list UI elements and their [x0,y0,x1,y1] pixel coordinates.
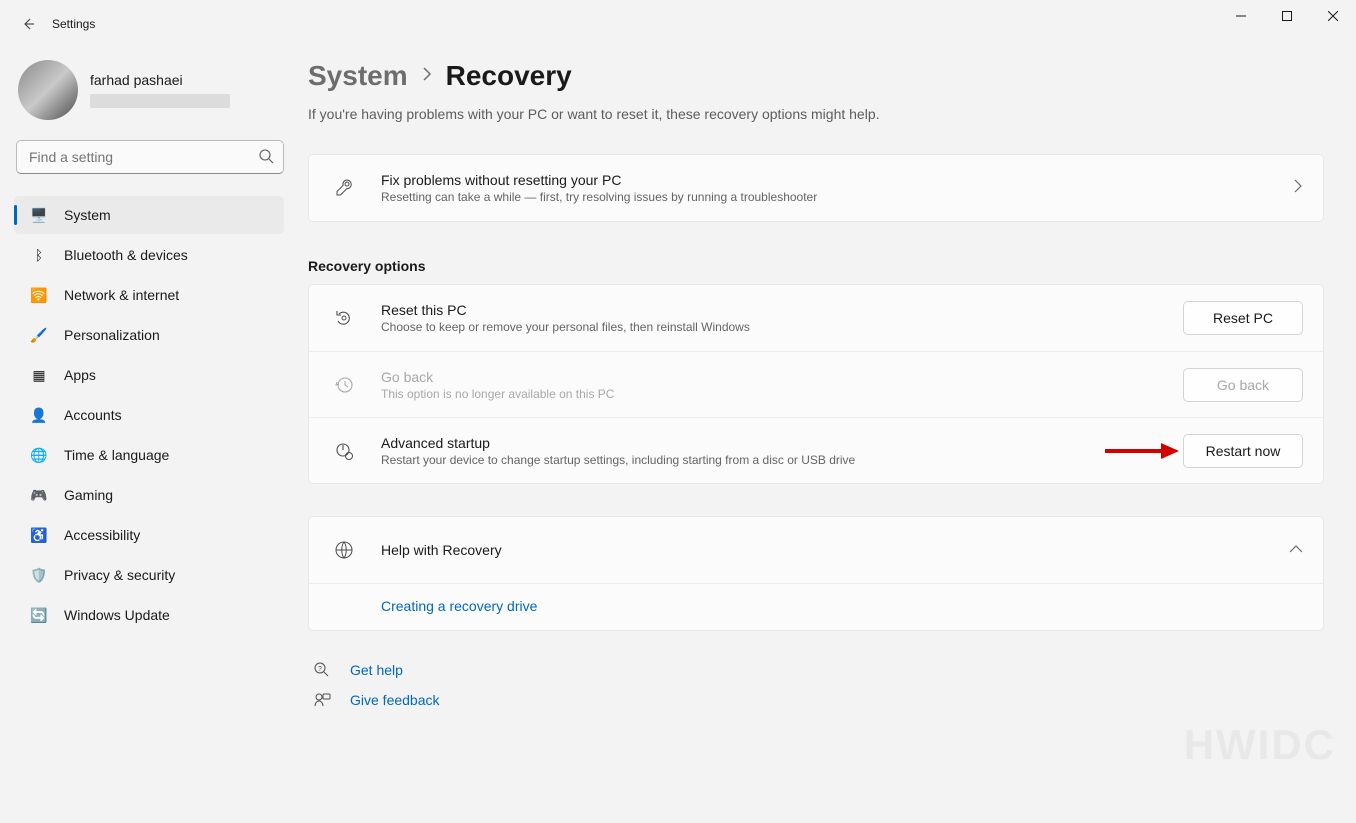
breadcrumb-root[interactable]: System [308,60,408,92]
wrench-icon [329,178,359,198]
chevron-up-icon [1289,541,1303,559]
svg-text:?: ? [318,666,322,673]
titlebar: Settings [0,0,1356,48]
sidebar-item-label: Apps [64,367,96,383]
sidebar-item-accessibility[interactable]: ♿ Accessibility [14,516,284,554]
profile-email-redacted [90,94,230,108]
advanced-startup-row: Advanced startup Restart your device to … [309,417,1323,483]
sidebar-item-gaming[interactable]: 🎮 Gaming [14,476,284,514]
power-gear-icon [329,441,359,461]
sidebar-item-label: Accounts [64,407,122,423]
reset-pc-button[interactable]: Reset PC [1183,301,1303,335]
give-feedback-link[interactable]: Give feedback [350,692,440,708]
profile[interactable]: farhad pashaei [0,48,284,140]
main-content: System Recovery If you're having problem… [300,48,1356,823]
sidebar-item-network-internet[interactable]: 🛜 Network & internet [14,276,284,314]
advanced-title: Advanced startup [381,435,1093,451]
go-back-button: Go back [1183,368,1303,402]
privacy-icon: 🛡️ [30,566,48,584]
history-icon [329,375,359,395]
close-button[interactable] [1310,0,1356,32]
reset-title: Reset this PC [381,302,1171,318]
time-language-icon: 🌐 [30,446,48,464]
get-help-icon: ? [312,661,332,679]
search-box [16,140,284,174]
accessibility-icon: ♿ [30,526,48,544]
window-controls [1218,0,1356,32]
help-link-row: Creating a recovery drive [309,583,1323,630]
page-subtitle: If you're having problems with your PC o… [308,106,1324,122]
go-back-row: Go back This option is no longer availab… [309,351,1323,417]
recovery-options-group: Reset this PC Choose to keep or remove y… [308,284,1324,484]
arrow-left-icon [20,16,36,32]
advanced-desc: Restart your device to change startup se… [381,453,1093,467]
fix-title: Fix problems without resetting your PC [381,172,1293,188]
accounts-icon: 👤 [30,406,48,424]
get-help-link[interactable]: Get help [350,662,403,678]
close-icon [1328,11,1338,21]
breadcrumb: System Recovery [308,60,1324,92]
sidebar-item-apps[interactable]: ▦ Apps [14,356,284,394]
help-header[interactable]: Help with Recovery [309,517,1323,583]
sidebar-item-bluetooth-devices[interactable]: ᛒ Bluetooth & devices [14,236,284,274]
sidebar-item-label: System [64,207,111,223]
footer-links: ? Get help Give feedback [308,661,1324,709]
recovery-options-label: Recovery options [308,258,1324,274]
fix-desc: Resetting can take a while — first, try … [381,190,1293,204]
sidebar-item-label: Accessibility [64,527,140,543]
sidebar-item-label: Personalization [64,327,160,343]
globe-help-icon [329,540,359,560]
sidebar-item-label: Time & language [64,447,169,463]
sidebar-item-label: Gaming [64,487,113,503]
network-icon: 🛜 [30,286,48,304]
back-button[interactable] [8,4,48,44]
sidebar-item-windows-update[interactable]: 🔄 Windows Update [14,596,284,634]
bluetooth-icon: ᛒ [30,246,48,264]
sidebar-item-accounts[interactable]: 👤 Accounts [14,396,284,434]
annotation-arrow [1105,442,1179,460]
minimize-icon [1236,11,1246,21]
help-title: Help with Recovery [381,542,1289,558]
sidebar-item-label: Privacy & security [64,567,175,583]
avatar [18,60,78,120]
minimize-button[interactable] [1218,0,1264,32]
search-icon[interactable] [258,148,274,169]
restart-now-button[interactable]: Restart now [1183,434,1303,468]
fix-problems-card[interactable]: Fix problems without resetting your PC R… [308,154,1324,222]
sidebar-item-label: Bluetooth & devices [64,247,188,263]
reset-icon [329,308,359,328]
personalization-icon: 🖌️ [30,326,48,344]
sidebar-item-label: Network & internet [64,287,179,303]
sidebar-item-personalization[interactable]: 🖌️ Personalization [14,316,284,354]
chevron-right-icon [1293,179,1303,198]
goback-title: Go back [381,369,1171,385]
help-section: Help with Recovery Creating a recovery d… [308,516,1324,631]
system-icon: 🖥️ [30,206,48,224]
chevron-right-icon [422,67,432,86]
sidebar-item-privacy-security[interactable]: 🛡️ Privacy & security [14,556,284,594]
reset-pc-row: Reset this PC Choose to keep or remove y… [309,285,1323,351]
sidebar-item-label: Windows Update [64,607,170,623]
maximize-icon [1282,11,1292,21]
update-icon: 🔄 [30,606,48,624]
sidebar-item-system[interactable]: 🖥️ System [14,196,284,234]
reset-desc: Choose to keep or remove your personal f… [381,320,1171,334]
profile-name: farhad pashaei [90,72,230,88]
goback-desc: This option is no longer available on th… [381,387,1171,401]
watermark: HWIDC [1184,721,1336,769]
gaming-icon: 🎮 [30,486,48,504]
maximize-button[interactable] [1264,0,1310,32]
recovery-drive-link[interactable]: Creating a recovery drive [381,598,537,614]
feedback-icon [312,691,332,709]
apps-icon: ▦ [30,366,48,384]
sidebar-item-time-language[interactable]: 🌐 Time & language [14,436,284,474]
sidebar: farhad pashaei 🖥️ System ᛒ Bluetooth & devi… [0,48,300,823]
window-title: Settings [52,17,95,31]
search-input[interactable] [16,140,284,174]
breadcrumb-current: Recovery [446,60,572,92]
nav-list: 🖥️ System ᛒ Bluetooth & devices 🛜 Network & i… [0,194,284,636]
